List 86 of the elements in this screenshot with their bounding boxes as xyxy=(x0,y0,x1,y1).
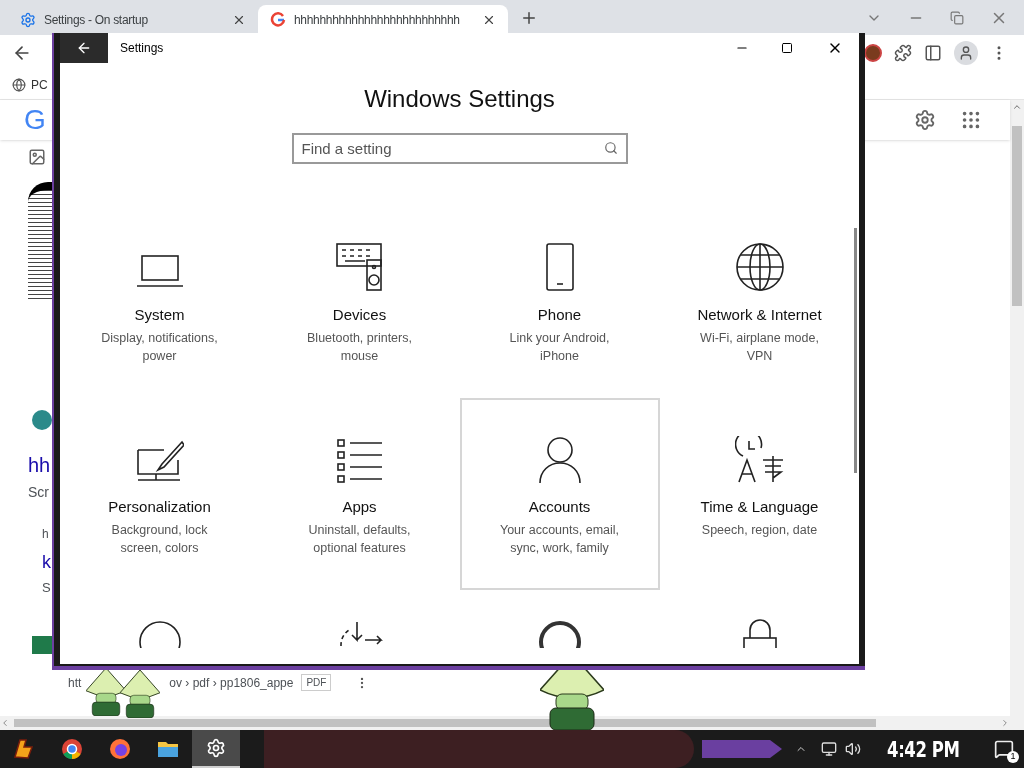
horizontal-scrollbar[interactable] xyxy=(0,716,1010,730)
figure-drawing xyxy=(86,668,126,716)
tab-title: hhhhhhhhhhhhhhhhhhhhhhhhhh xyxy=(294,12,461,29)
site-icon xyxy=(32,635,52,654)
result-url: htt xyxy=(68,674,82,692)
restore-icon[interactable] xyxy=(950,10,964,25)
result-title[interactable]: hh xyxy=(28,450,51,480)
tile-description: Display, notifications, power xyxy=(100,329,219,365)
tile-title: Phone xyxy=(537,305,582,325)
maximize-icon[interactable] xyxy=(781,42,793,54)
vertical-scrollbar[interactable] xyxy=(1010,100,1024,730)
browser-tab[interactable]: Settings - On startup xyxy=(8,5,258,35)
logo-icon xyxy=(12,737,36,761)
back-icon xyxy=(76,40,92,56)
settings-icon xyxy=(20,12,36,28)
tile-description: Speech, region, date xyxy=(701,521,818,539)
globe-icon xyxy=(12,77,26,92)
profile-icon[interactable] xyxy=(954,40,978,65)
google-icon xyxy=(270,12,286,28)
figure-drawing xyxy=(120,670,160,718)
tile-title: System xyxy=(134,305,185,325)
close-icon[interactable] xyxy=(232,13,246,27)
side-panel-icon[interactable] xyxy=(924,43,942,62)
page-heading: Windows Settings xyxy=(364,84,555,114)
new-tab-icon[interactable] xyxy=(520,9,538,27)
scrollbar-thumb[interactable] xyxy=(1012,126,1022,306)
notification-icon[interactable] xyxy=(994,739,1014,759)
keyboard-speaker-icon xyxy=(334,242,385,292)
tile-title: Time & Language xyxy=(700,497,819,517)
tab-title: Settings - On startup xyxy=(44,12,149,29)
tile-description: Uninstall, defaults, optional features xyxy=(307,521,412,557)
browser-tab[interactable]: hhhhhhhhhhhhhhhhhhhhhhhhhh xyxy=(258,5,508,35)
window-title: Settings xyxy=(120,40,164,57)
search-field[interactable]: Find a setting xyxy=(291,133,628,164)
tile-title: Network & Internet xyxy=(697,305,822,325)
globe-icon xyxy=(734,242,785,292)
tile-title: Apps xyxy=(342,497,377,517)
browser-icon xyxy=(61,738,83,760)
scrollbar[interactable] xyxy=(854,228,857,473)
result-title[interactable]: k xyxy=(42,549,51,576)
image-icon xyxy=(28,148,46,166)
apps-icon[interactable] xyxy=(960,109,982,131)
clock-language-icon xyxy=(734,436,785,484)
volume-icon[interactable] xyxy=(845,741,862,757)
tile-description: Bluetooth, printers, mouse xyxy=(306,329,413,365)
settings-tile[interactable]: System Display, notifications, power xyxy=(60,206,260,398)
result-breadcrumb: h xyxy=(42,526,49,543)
taskbar-app[interactable] xyxy=(192,730,240,768)
site-icon xyxy=(32,410,52,430)
google-logo: G xyxy=(24,103,46,137)
tile-description: Wi-Fi, airplane mode, VPN xyxy=(699,329,820,365)
scroll-up-icon[interactable] xyxy=(1012,102,1022,112)
clock[interactable]: 4:42 PM xyxy=(887,732,960,766)
list-icon xyxy=(335,438,384,484)
tile-title: Devices xyxy=(332,305,387,325)
settings-icon xyxy=(206,738,226,758)
result-url: ov › pdf › pp1806_appe xyxy=(169,674,294,692)
folder-icon xyxy=(157,739,179,759)
phone-icon xyxy=(544,242,575,292)
settings-tile[interactable]: Apps Uninstall, defaults, optional features xyxy=(259,398,460,590)
settings-tile[interactable]: Network & Internet Wi-Fi, airplane mode, VPN xyxy=(659,206,859,398)
notification-count: 1 xyxy=(1007,751,1019,763)
tile-description: Link your Android, iPhone xyxy=(508,329,611,365)
result-snippet: Scr xyxy=(28,483,49,502)
result-snippet: S xyxy=(42,579,51,597)
file-type-badge: PDF xyxy=(301,674,332,691)
tile-description: Background, lock screen, colors xyxy=(110,521,209,557)
bookmark-link[interactable]: PC xyxy=(31,75,48,94)
tile-title: Personalization xyxy=(108,497,211,517)
paint-screen-icon xyxy=(135,440,184,484)
person-icon xyxy=(537,436,582,484)
settings-tile[interactable]: Time & Language Speech, region, date xyxy=(659,398,859,590)
settings-tile[interactable]: Personalization Background, lock screen, colors xyxy=(60,398,260,590)
extensions-icon[interactable] xyxy=(894,43,912,62)
settings-tile[interactable]: Devices Bluetooth, printers, mouse xyxy=(259,206,460,398)
tile-description: Your accounts, email, sync, work, family xyxy=(498,521,621,557)
search-icon xyxy=(603,141,618,155)
scrollbar-thumb[interactable] xyxy=(14,719,876,727)
settings-tile[interactable]: Accounts Your accounts, email, sync, work, family xyxy=(459,398,660,590)
close-icon[interactable] xyxy=(482,13,496,27)
network-icon[interactable] xyxy=(821,741,838,757)
settings-tile[interactable]: Phone Link your Android, iPhone xyxy=(459,206,660,398)
back-button[interactable] xyxy=(60,33,108,63)
settings-icon[interactable] xyxy=(914,109,936,131)
tile-title: Accounts xyxy=(528,497,591,517)
fox-globe-icon xyxy=(109,738,131,760)
